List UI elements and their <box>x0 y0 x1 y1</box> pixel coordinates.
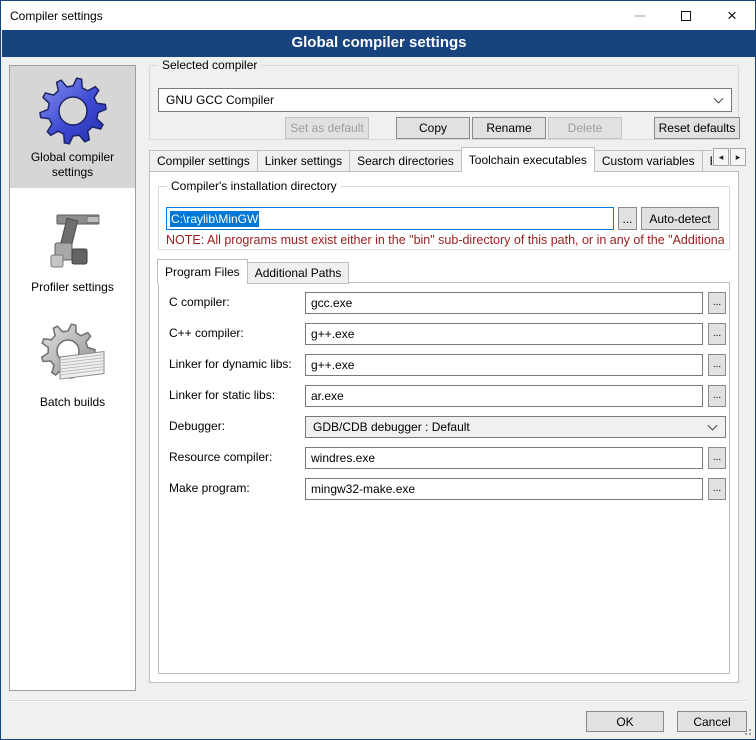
settings-category-list: Global compiler settings Profiler settin… <box>9 65 136 691</box>
set-as-default-button[interactable]: Set as default <box>285 117 369 139</box>
selected-compiler-group: Selected compiler GNU GCC Compiler Set a… <box>149 65 739 140</box>
maximize-icon <box>681 11 691 21</box>
make-program-browse-button[interactable]: ... <box>708 478 726 500</box>
installation-directory-value: C:\raylib\MinGW <box>170 211 259 227</box>
tab-build-options[interactable]: Build <box>703 150 712 172</box>
c-compiler-input[interactable] <box>305 292 703 314</box>
resize-grip[interactable] <box>749 733 751 735</box>
tab-additional-paths[interactable]: Additional Paths <box>248 262 350 284</box>
debugger-select-value: GDB/CDB debugger : Default <box>313 420 470 434</box>
c-compiler-label: C compiler: <box>169 295 230 309</box>
installation-directory-input[interactable]: C:\raylib\MinGW <box>166 207 614 230</box>
dynamic-linker-input[interactable] <box>305 354 703 376</box>
program-files-tabs: Program Files Additional Paths <box>158 259 349 284</box>
cpp-compiler-input[interactable] <box>305 323 703 345</box>
close-button[interactable]: × <box>709 1 755 30</box>
cpp-compiler-browse-button[interactable]: ... <box>708 323 726 345</box>
static-linker-input[interactable] <box>305 385 703 407</box>
tab-toolchain-executables[interactable]: Toolchain executables <box>461 147 595 172</box>
ok-button[interactable]: OK <box>586 711 664 732</box>
toolchain-executables-panel: Compiler's installation directory C:\ray… <box>149 171 739 683</box>
caliper-icon <box>12 202 133 280</box>
installation-directory-label: Compiler's installation directory <box>167 179 341 193</box>
cpp-compiler-label: C++ compiler: <box>169 326 244 340</box>
tab-linker-settings[interactable]: Linker settings <box>258 150 350 172</box>
copy-button[interactable]: Copy <box>396 117 470 139</box>
debugger-label: Debugger: <box>169 419 225 433</box>
sidebar-item-label: Profiler settings <box>12 280 133 295</box>
dynamic-linker-label: Linker for dynamic libs: <box>169 357 292 371</box>
gray-gear-stack-icon <box>12 317 133 395</box>
minimize-icon <box>635 15 645 17</box>
chevron-down-icon <box>714 94 724 104</box>
footer-divider <box>9 700 749 702</box>
page-title: Global compiler settings <box>2 30 756 57</box>
sidebar-item-profiler-settings[interactable]: Profiler settings <box>10 196 135 303</box>
c-compiler-browse-button[interactable]: ... <box>708 292 726 314</box>
blue-gear-icon <box>12 72 133 150</box>
close-icon: × <box>727 7 737 24</box>
tab-custom-variables[interactable]: Custom variables <box>595 150 703 172</box>
maximize-button[interactable] <box>663 1 709 30</box>
tab-scroll-controls: ◂ ▸ <box>713 148 746 166</box>
static-linker-browse-button[interactable]: ... <box>708 385 726 407</box>
tab-compiler-settings[interactable]: Compiler settings <box>149 150 258 172</box>
compiler-select[interactable]: GNU GCC Compiler <box>158 88 732 112</box>
tab-scroll-left-icon[interactable]: ◂ <box>713 148 729 166</box>
window-title: Compiler settings <box>10 9 103 23</box>
installation-directory-group: Compiler's installation directory C:\ray… <box>158 186 730 250</box>
reset-defaults-button[interactable]: Reset defaults <box>654 117 740 139</box>
minimize-button[interactable] <box>617 1 663 30</box>
rename-button[interactable]: Rename <box>472 117 546 139</box>
make-program-label: Make program: <box>169 481 250 495</box>
bin-subdirectory-note: NOTE: All programs must exist either in … <box>166 233 724 247</box>
delete-button[interactable]: Delete <box>548 117 622 139</box>
debugger-select[interactable]: GDB/CDB debugger : Default <box>305 416 726 438</box>
sidebar-item-batch-builds[interactable]: Batch builds <box>10 311 135 418</box>
sidebar-item-label: Global compiler settings <box>12 150 133 180</box>
compiler-settings-tabs: Compiler settings Linker settings Search… <box>149 147 712 172</box>
dynamic-linker-browse-button[interactable]: ... <box>708 354 726 376</box>
tab-search-directories[interactable]: Search directories <box>350 150 462 172</box>
resource-compiler-browse-button[interactable]: ... <box>708 447 726 469</box>
program-files-panel: C compiler: ... C++ compiler: ... Linker… <box>158 282 730 674</box>
cancel-button[interactable]: Cancel <box>677 711 747 732</box>
resource-compiler-label: Resource compiler: <box>169 450 272 464</box>
compiler-settings-dialog: Compiler settings × Global compiler sett… <box>0 0 756 740</box>
installation-directory-browse-button[interactable]: ... <box>618 207 637 230</box>
make-program-input[interactable] <box>305 478 703 500</box>
tab-scroll-right-icon[interactable]: ▸ <box>730 148 746 166</box>
auto-detect-button[interactable]: Auto-detect <box>641 207 719 230</box>
sidebar-item-global-compiler-settings[interactable]: Global compiler settings <box>10 66 135 188</box>
compiler-select-value: GNU GCC Compiler <box>166 93 274 107</box>
selected-compiler-group-label: Selected compiler <box>158 58 261 72</box>
window-controls: × <box>617 1 755 30</box>
title-bar[interactable]: Compiler settings × <box>1 1 755 30</box>
tab-program-files[interactable]: Program Files <box>157 259 248 284</box>
static-linker-label: Linker for static libs: <box>169 388 275 402</box>
chevron-down-icon <box>708 421 718 431</box>
resource-compiler-input[interactable] <box>305 447 703 469</box>
sidebar-item-label: Batch builds <box>12 395 133 410</box>
